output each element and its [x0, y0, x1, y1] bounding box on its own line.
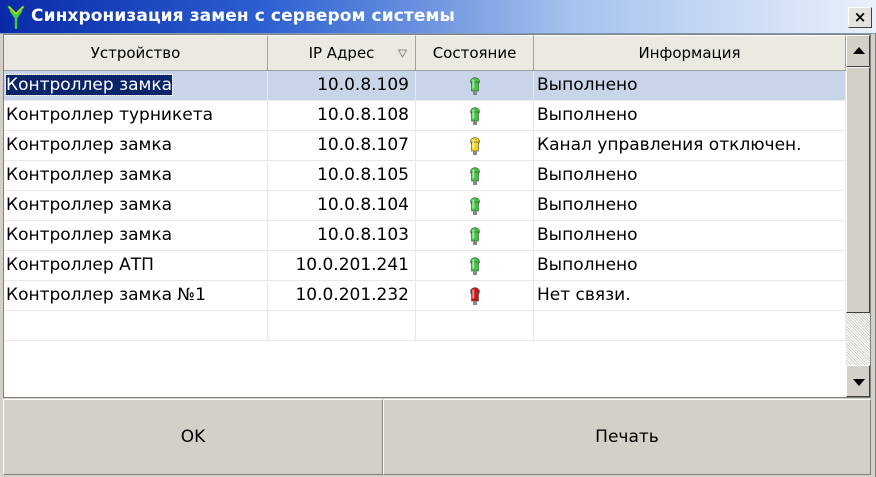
cell-ip: 10.0.8.103 — [268, 221, 416, 251]
device-name: Контроллер замка — [6, 195, 173, 215]
status-light-icon — [468, 287, 482, 307]
print-button[interactable]: Печать — [383, 399, 871, 475]
cell-device: Контроллер замка — [4, 221, 268, 251]
cell-status — [416, 281, 534, 311]
table-row[interactable]: Контроллер замка 10.0.8.105 Выполнено — [4, 161, 846, 191]
dialog-footer: OK Печать — [3, 399, 871, 475]
arrow-up-icon — [853, 47, 865, 54]
empty-cell — [534, 311, 846, 341]
device-name: Контроллер замка — [6, 165, 173, 185]
table-row[interactable]: Контроллер турникета 10.0.8.108 Выполнено — [4, 101, 846, 131]
cell-status — [416, 161, 534, 191]
scroll-up-button[interactable] — [846, 35, 870, 67]
window-title: Синхронизация замен с сервером системы — [31, 6, 455, 26]
cell-device: Контроллер АТП — [4, 251, 268, 281]
cell-device: Контроллер замка — [4, 71, 268, 101]
sort-descending-icon — [398, 49, 407, 58]
cell-info: Выполнено — [534, 191, 846, 221]
sync-dialog: Синхронизация замен с сервером системы ×… — [0, 0, 876, 477]
cell-info: Нет связи. — [534, 281, 846, 311]
cell-ip: 10.0.8.108 — [268, 101, 416, 131]
cell-device: Контроллер турникета — [4, 101, 268, 131]
table-row[interactable]: Контроллер замка 10.0.8.107 Канал управлен… — [4, 131, 846, 161]
device-name: Контроллер замка №1 — [6, 285, 206, 305]
status-light-icon — [468, 257, 482, 277]
empty-cell — [416, 311, 534, 341]
empty-cell — [4, 311, 268, 341]
cell-info: Выполнено — [534, 161, 846, 191]
cell-status — [416, 101, 534, 131]
cell-info: Канал управления отключен. — [534, 131, 846, 161]
column-header-device[interactable]: Устройство — [4, 35, 268, 71]
cell-info: Выполнено — [534, 71, 846, 101]
device-name: Контроллер замка — [6, 225, 173, 245]
antenna-icon — [7, 5, 25, 29]
cell-ip: 10.0.8.109 — [268, 71, 416, 101]
table-row[interactable]: Контроллер замка 10.0.8.103 Выполнено — [4, 221, 846, 251]
title-bar[interactable]: Синхронизация замен с сервером системы × — [0, 0, 876, 34]
cell-info: Выполнено — [534, 221, 846, 251]
scroll-down-button[interactable] — [846, 365, 870, 397]
cell-ip: 10.0.8.104 — [268, 191, 416, 221]
column-header-status[interactable]: Состояние — [416, 35, 534, 71]
column-header-ip-label: IP Адрес — [308, 44, 375, 62]
device-name: Контроллер АТП — [6, 255, 154, 275]
cell-ip: 10.0.201.241 — [268, 251, 416, 281]
cell-device: Контроллер замка — [4, 131, 268, 161]
table-row[interactable]: Контроллер замка №1 10.0.201.232 Нет связи… — [4, 281, 846, 311]
empty-cell — [268, 311, 416, 341]
cell-device: Контроллер замка — [4, 161, 268, 191]
ok-button[interactable]: OK — [3, 399, 383, 475]
cell-status — [416, 251, 534, 281]
status-light-icon — [468, 227, 482, 247]
arrow-down-icon — [853, 379, 865, 386]
status-light-icon — [468, 197, 482, 217]
column-header-ip[interactable]: IP Адрес — [268, 35, 416, 71]
device-name: Контроллер замка — [4, 74, 174, 96]
cell-status — [416, 221, 534, 251]
device-name: Контроллер замка — [6, 135, 173, 155]
cell-ip: 10.0.8.105 — [268, 161, 416, 191]
empty-row — [4, 311, 846, 341]
cell-status — [416, 191, 534, 221]
cell-info: Выполнено — [534, 101, 846, 131]
close-button[interactable]: × — [848, 7, 872, 28]
cell-ip: 10.0.201.232 — [268, 281, 416, 311]
cell-device: Контроллер замка №1 — [4, 281, 268, 311]
scroll-track[interactable] — [846, 313, 870, 365]
table-row[interactable]: Контроллер АТП 10.0.201.241 Выполнено — [4, 251, 846, 281]
cell-info: Выполнено — [534, 251, 846, 281]
vertical-scrollbar[interactable] — [846, 35, 870, 397]
cell-device: Контроллер замка — [4, 191, 268, 221]
table-row[interactable]: Контроллер замка 10.0.8.109 Выполнено — [4, 71, 846, 101]
table-header: Устройство IP Адрес Состояние Информация — [4, 35, 846, 71]
column-header-info[interactable]: Информация — [534, 35, 846, 71]
status-light-icon — [468, 167, 482, 187]
status-light-icon — [468, 77, 482, 97]
cell-status — [416, 131, 534, 161]
cell-status — [416, 71, 534, 101]
scroll-thumb[interactable] — [846, 67, 870, 313]
status-light-icon — [468, 107, 482, 127]
cell-ip: 10.0.8.107 — [268, 131, 416, 161]
status-light-icon — [468, 137, 482, 157]
devices-table: Устройство IP Адрес Состояние Информация… — [3, 34, 871, 398]
device-name: Контроллер турникета — [6, 105, 214, 125]
table-row[interactable]: Контроллер замка 10.0.8.104 Выполнено — [4, 191, 846, 221]
